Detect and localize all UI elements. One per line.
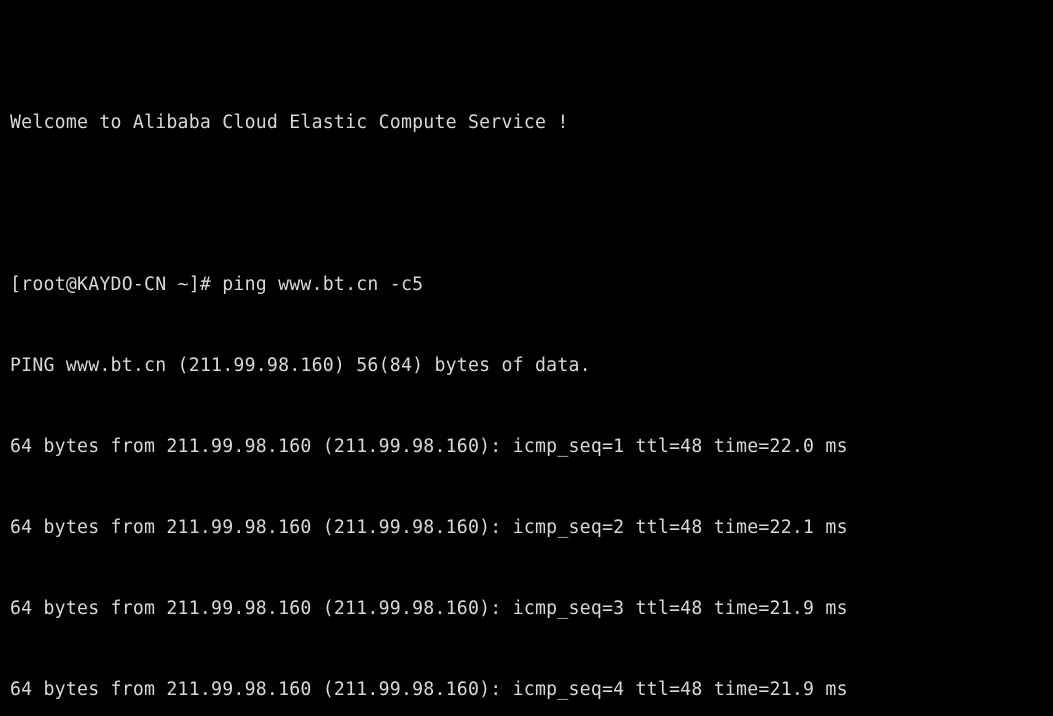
- terminal-line-ping-header-btcn: PING www.bt.cn (211.99.98.160) 56(84) by…: [10, 355, 591, 376]
- terminal-line-command-ping-btcn: [root@KAYDO-CN ~]# ping www.bt.cn -c5: [10, 274, 424, 295]
- terminal-line-reply-btcn-3: 64 bytes from 211.99.98.160 (211.99.98.1…: [10, 598, 848, 619]
- terminal-line-reply-btcn-2: 64 bytes from 211.99.98.160 (211.99.98.1…: [10, 517, 848, 538]
- terminal-line-banner: Welcome to Alibaba Cloud Elastic Compute…: [10, 112, 569, 133]
- terminal-line-reply-btcn-4: 64 bytes from 211.99.98.160 (211.99.98.1…: [10, 679, 848, 700]
- terminal-line-reply-btcn-1: 64 bytes from 211.99.98.160 (211.99.98.1…: [10, 436, 848, 457]
- terminal-screen[interactable]: Welcome to Alibaba Cloud Elastic Compute…: [0, 0, 1053, 716]
